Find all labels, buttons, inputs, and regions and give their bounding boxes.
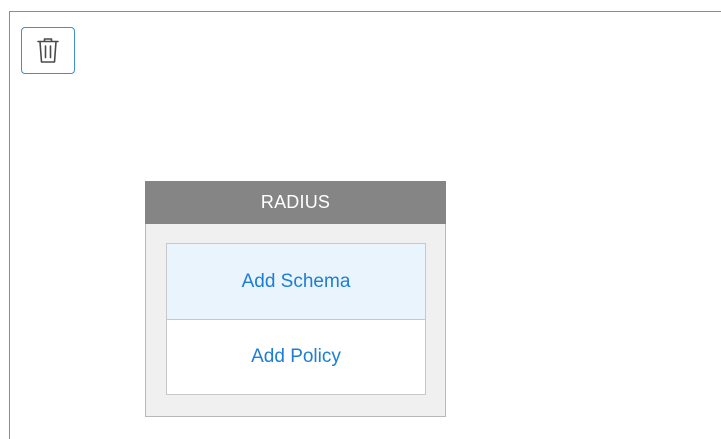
add-policy-link[interactable]: Add Policy [167, 320, 425, 394]
trash-icon [37, 38, 59, 63]
add-schema-link[interactable]: Add Schema [167, 244, 425, 320]
card-title: RADIUS [145, 181, 446, 224]
delete-button[interactable] [21, 27, 75, 74]
radius-card: RADIUS Add Schema Add Policy [145, 181, 446, 417]
card-menu: Add Schema Add Policy [166, 243, 426, 395]
workspace-canvas: RADIUS Add Schema Add Policy [0, 0, 721, 439]
